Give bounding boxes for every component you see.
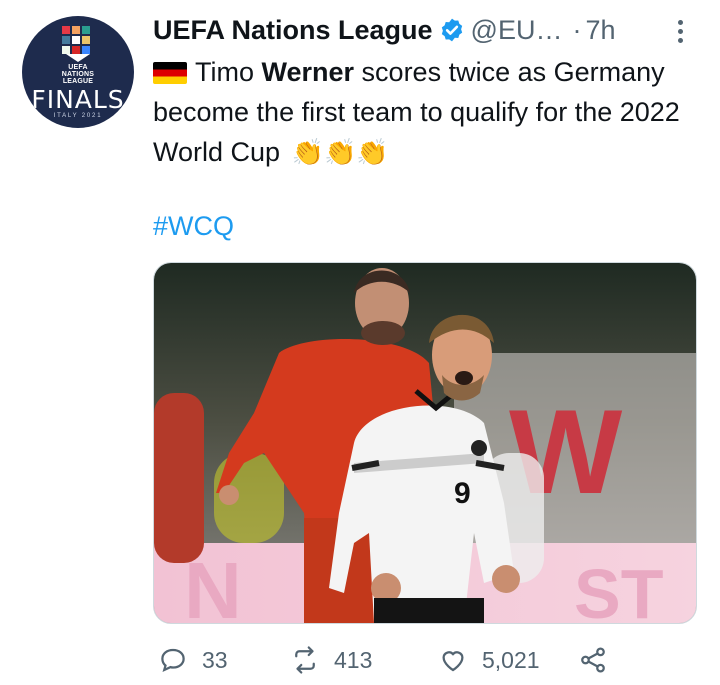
football-photo-illustration: W N ST 9 xyxy=(154,263,696,623)
avatar[interactable]: UEFA NATIONS LEAGUE FINALS ITALY 2021 xyxy=(22,16,134,128)
reply-button[interactable]: 33 xyxy=(158,645,228,675)
reply-count: 33 xyxy=(202,646,228,673)
separator-dot: · xyxy=(572,14,582,45)
tweet-photo[interactable]: W N ST 9 xyxy=(153,262,697,624)
retweet-count: 413 xyxy=(334,646,373,673)
retweet-icon xyxy=(295,646,315,674)
like-button[interactable]: 5,021 xyxy=(438,645,540,675)
share-icon xyxy=(581,647,605,673)
account-handle[interactable]: @EU… xyxy=(471,15,563,46)
avatar-italy-text: ITALY 2021 xyxy=(53,113,103,119)
like-icon xyxy=(442,651,464,672)
share-button[interactable] xyxy=(578,645,608,675)
jersey-number: 9 xyxy=(454,477,471,510)
tweet-header: UEFA Nations League @EU… · 7h xyxy=(153,13,616,47)
avatar-league-text: UEFA NATIONS LEAGUE xyxy=(61,64,95,85)
hashtag-link[interactable]: #WCQ xyxy=(153,211,234,242)
reply-icon xyxy=(161,648,185,673)
tweet-actions: 33 413 5,021 xyxy=(158,645,628,679)
clapping-hands-icon: 👏👏👏 xyxy=(291,137,389,167)
nations-league-logo-icon xyxy=(62,26,90,62)
tweet-timestamp[interactable]: 7h xyxy=(585,15,615,46)
account-name[interactable]: UEFA Nations League xyxy=(153,15,433,46)
background-letters-st: ST xyxy=(574,555,663,623)
retweet-button[interactable]: 413 xyxy=(290,645,372,675)
like-count: 5,021 xyxy=(482,646,540,673)
avatar-finals-text: FINALS xyxy=(31,85,125,114)
tweet-text: Timo Werner scores twice as Germany beco… xyxy=(153,57,680,167)
bold-name: Werner xyxy=(261,57,355,87)
more-icon[interactable] xyxy=(668,18,692,44)
germany-flag-icon xyxy=(153,62,187,84)
verified-badge-icon xyxy=(441,18,462,42)
